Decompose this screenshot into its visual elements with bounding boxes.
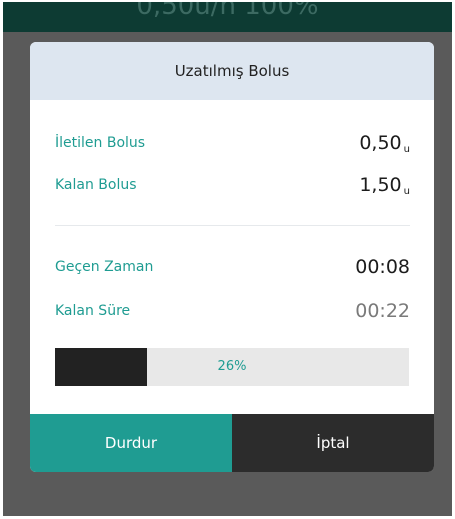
remaining-time-row: Kalan Süre 00:22 xyxy=(55,296,410,326)
pump-screen: 0,50u/h 100% Uzatılmış Bolus İletilen Bo… xyxy=(3,2,452,516)
extended-bolus-dialog: Uzatılmış Bolus İletilen Bolus 0,50 u Kal… xyxy=(30,42,434,472)
stop-button[interactable]: Durdur xyxy=(30,414,232,472)
delivered-bolus-label: İletilen Bolus xyxy=(55,135,146,151)
remaining-bolus-row: Kalan Bolus 1,50 u xyxy=(55,170,410,200)
remaining-time-value: 00:22 xyxy=(355,300,410,322)
remaining-bolus-value: 1,50 xyxy=(359,174,402,196)
delivered-bolus-unit: u xyxy=(403,144,410,155)
section-divider xyxy=(55,225,410,226)
delivered-bolus-value: 0,50 xyxy=(359,132,402,154)
dialog-header: Uzatılmış Bolus xyxy=(30,42,434,100)
progress-bar: 26% xyxy=(55,348,409,386)
elapsed-time-value: 00:08 xyxy=(355,256,410,278)
dialog-actions: Durdur İptal xyxy=(30,414,434,472)
elapsed-time-label: Geçen Zaman xyxy=(55,259,154,275)
remaining-bolus-label: Kalan Bolus xyxy=(55,177,137,193)
status-bar: 0,50u/h 100% xyxy=(3,2,452,32)
remaining-time-label: Kalan Süre xyxy=(55,303,131,319)
delivered-bolus-row: İletilen Bolus 0,50 u xyxy=(55,128,410,158)
elapsed-time-row: Geçen Zaman 00:08 xyxy=(55,252,410,282)
dialog-title: Uzatılmış Bolus xyxy=(174,62,290,80)
remaining-bolus-value-group: 1,50 u xyxy=(359,174,410,197)
cancel-button[interactable]: İptal xyxy=(232,414,434,472)
progress-label: 26% xyxy=(217,359,247,374)
remaining-bolus-unit: u xyxy=(403,186,410,197)
status-bar-rate: 0,50u/h 100% xyxy=(136,2,319,21)
delivered-bolus-value-group: 0,50 u xyxy=(359,132,410,155)
